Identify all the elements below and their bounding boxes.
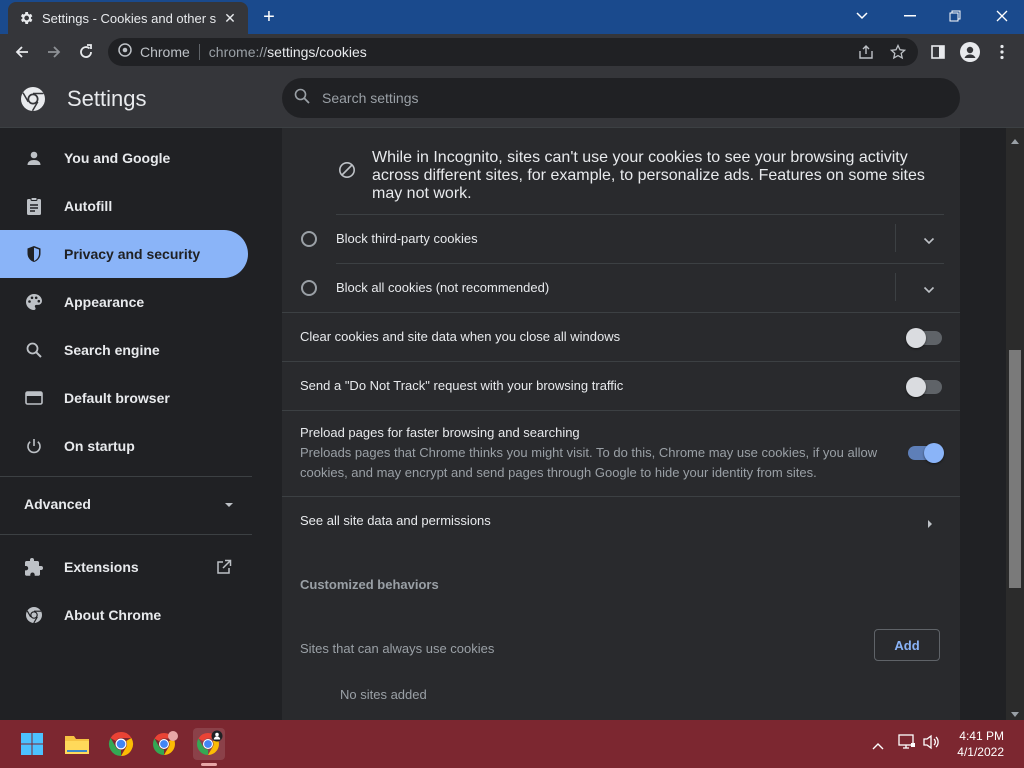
sidebar-item-default-browser[interactable]: Default browser: [0, 374, 248, 422]
cookies-settings-card: While in Incognito, sites can't use your…: [282, 128, 960, 720]
bookmark-star-icon[interactable]: [886, 40, 910, 64]
minimize-icon[interactable]: [896, 4, 924, 28]
chevron-right-icon: [927, 516, 933, 534]
preload-toggle[interactable]: [908, 443, 944, 463]
browser-toolbar: Chrome chrome://settings/cookies: [0, 34, 1024, 70]
windows-start-icon[interactable]: [16, 728, 48, 760]
block-all-label: Block all cookies (not recommended): [336, 280, 550, 295]
system-clock[interactable]: 4:41 PM 4/1/2022: [957, 728, 1004, 760]
preload-description: Preloads pages that Chrome thinks you mi…: [300, 445, 878, 480]
dropdown-arrow-icon: [224, 495, 234, 513]
reload-icon[interactable]: [74, 40, 98, 64]
sidebar-divider: [0, 476, 252, 477]
active-app-indicator: [201, 763, 217, 766]
sidebar-advanced-toggle[interactable]: Advanced: [24, 494, 234, 514]
search-input[interactable]: [322, 90, 922, 106]
scroll-up-icon[interactable]: [1010, 132, 1020, 144]
expand-divider: [895, 224, 896, 252]
scroll-thumb[interactable]: [1009, 350, 1021, 588]
tab-title: Settings - Cookies and other site: [42, 10, 216, 26]
page-title: Settings: [67, 86, 147, 111]
clear-on-close-row[interactable]: Clear cookies and site data when you clo…: [282, 312, 960, 361]
volume-icon[interactable]: [922, 734, 940, 755]
settings-search[interactable]: [282, 78, 960, 118]
clipboard-icon: [24, 196, 44, 216]
address-bar[interactable]: Chrome chrome://settings/cookies: [108, 38, 918, 66]
profile-avatar-icon[interactable]: [958, 40, 982, 64]
incognito-note-text: While in Incognito, sites can't use your…: [372, 149, 925, 202]
title-bar: Settings - Cookies and other site ✕ +: [0, 0, 1024, 34]
url-text: chrome://settings/cookies: [208, 44, 367, 60]
person-icon: [24, 148, 44, 168]
clock-time: 4:41 PM: [959, 729, 1004, 743]
tray-chevron-up-icon[interactable]: [872, 737, 884, 755]
chrome-icon: [118, 42, 132, 62]
close-window-icon[interactable]: [988, 4, 1016, 28]
new-tab-button[interactable]: +: [258, 7, 280, 29]
restore-icon[interactable]: [941, 4, 969, 28]
chrome-logo-icon: [20, 86, 46, 112]
sidebar-item-extensions[interactable]: Extensions: [0, 543, 248, 591]
clear-on-close-label: Clear cookies and site data when you clo…: [300, 329, 621, 344]
power-icon: [24, 436, 44, 456]
sidebar-divider: [0, 534, 252, 535]
customized-behaviors-heading: Customized behaviors: [300, 577, 439, 592]
block-third-party-radio[interactable]: [301, 231, 317, 247]
windows-taskbar: 4:41 PM 4/1/2022: [0, 720, 1024, 768]
chrome-profile-taskbar-icon[interactable]: [149, 728, 181, 760]
external-link-icon: [216, 559, 232, 580]
clock-date: 4/1/2022: [957, 745, 1004, 759]
back-icon[interactable]: [10, 40, 34, 64]
add-site-button[interactable]: Add: [874, 629, 940, 661]
sidebar-item-search-engine[interactable]: Search engine: [0, 326, 248, 374]
scroll-down-icon[interactable]: [1010, 706, 1020, 717]
sidebar-item-about-chrome[interactable]: About Chrome: [0, 591, 248, 639]
chrome-active-taskbar-icon[interactable]: [193, 728, 225, 760]
browser-icon: [24, 388, 44, 408]
sidebar-item-privacy-and-security[interactable]: Privacy and security: [0, 230, 248, 278]
page-scrollbar[interactable]: [1006, 128, 1024, 720]
do-not-track-label: Send a "Do Not Track" request with your …: [300, 378, 624, 393]
network-icon[interactable]: [898, 734, 916, 755]
site-label: Chrome: [140, 44, 190, 60]
file-explorer-icon[interactable]: [61, 728, 93, 760]
see-all-site-data-row[interactable]: See all site data and permissions: [282, 496, 960, 544]
forward-icon[interactable]: [42, 40, 66, 64]
sidebar-item-you-and-google[interactable]: You and Google: [0, 134, 248, 182]
puzzle-icon: [24, 557, 44, 577]
search-icon: [24, 340, 44, 360]
share-icon[interactable]: [854, 40, 878, 64]
preload-row[interactable]: Preload pages for faster browsing and se…: [282, 410, 960, 496]
side-panel-icon[interactable]: [926, 40, 950, 64]
chrome-icon: [24, 605, 44, 625]
see-all-site-data-label: See all site data and permissions: [300, 513, 491, 528]
block-all-radio[interactable]: [301, 280, 317, 296]
chevron-down-icon[interactable]: [923, 232, 939, 248]
blocked-icon: [338, 161, 356, 184]
clear-on-close-toggle[interactable]: [906, 328, 942, 348]
gear-icon: [18, 10, 34, 26]
close-tab-icon[interactable]: ✕: [222, 10, 238, 26]
settings-sidebar: You and Google Autofill Privacy and secu…: [0, 128, 260, 720]
always-use-cookies-label: Sites that can always use cookies: [300, 641, 495, 656]
shield-icon: [24, 244, 44, 264]
chrome-taskbar-icon[interactable]: [105, 728, 137, 760]
tab-settings[interactable]: Settings - Cookies and other site ✕: [8, 2, 248, 34]
tab-search-icon[interactable]: [848, 4, 876, 28]
do-not-track-toggle[interactable]: [906, 377, 942, 397]
expand-divider: [895, 273, 896, 301]
chevron-down-icon[interactable]: [923, 281, 939, 297]
sidebar-item-on-startup[interactable]: On startup: [0, 422, 248, 470]
menu-kebab-icon[interactable]: [990, 40, 1014, 64]
search-icon: [294, 88, 310, 109]
sidebar-item-appearance[interactable]: Appearance: [0, 278, 248, 326]
block-third-party-label: Block third-party cookies: [336, 231, 478, 246]
palette-icon: [24, 292, 44, 312]
address-divider: [198, 44, 200, 60]
preload-title: Preload pages for faster browsing and se…: [300, 425, 580, 440]
do-not-track-row[interactable]: Send a "Do Not Track" request with your …: [282, 361, 960, 410]
sidebar-item-autofill[interactable]: Autofill: [0, 182, 248, 230]
settings-header: Settings: [0, 70, 1024, 128]
no-sites-added-text: No sites added: [340, 687, 427, 702]
